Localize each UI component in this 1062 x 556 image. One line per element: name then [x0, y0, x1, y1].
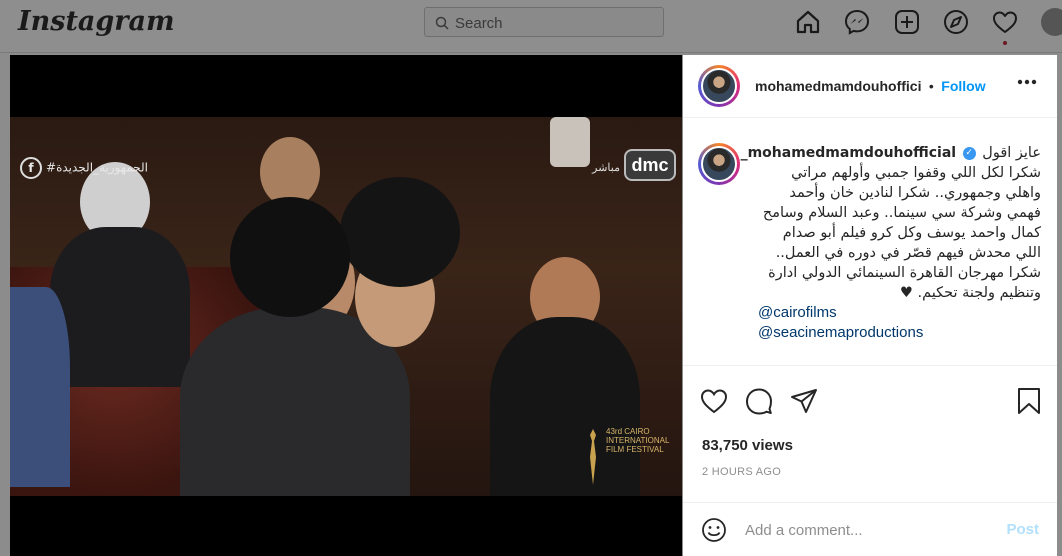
post-details-panel: mohamedmamdouhoffici • Follow عايز اقول … — [683, 55, 1057, 556]
author-username[interactable]: mohamedmamdouhoffici — [755, 78, 921, 94]
activity-heart-icon[interactable] — [991, 8, 1019, 36]
caption-line: شكرا لكل اللي وقفوا جمبي وأولهم مراتي — [791, 165, 1041, 181]
search-icon — [435, 16, 449, 30]
post-timestamp[interactable]: 2 HOURS AGO — [702, 466, 781, 478]
caption-text: عايز اقول ✓ mohamedmamdouhofficial_ شكرا… — [741, 143, 1041, 343]
new-post-icon[interactable] — [893, 8, 921, 36]
person-shape — [340, 177, 460, 287]
search-box[interactable] — [424, 7, 664, 37]
home-icon[interactable] — [794, 8, 822, 36]
views-count[interactable]: 83,750 views — [702, 437, 793, 454]
caption-line: اللي محدش فيهم قصّر في دوره في العمل.. — [775, 245, 1041, 261]
person-shape — [550, 117, 590, 167]
mention-link[interactable]: @cairofilms — [758, 303, 1041, 323]
caption-line: وتنظيم ولجنة تحكيم. ♥ — [899, 285, 1041, 301]
page-edge — [1057, 55, 1062, 556]
top-navigation-bar: Instagram — [0, 0, 1062, 53]
festival-text: 43rd CAIRO INTERNATIONAL FILM FESTIVAL — [606, 427, 670, 454]
mention-link[interactable]: @seacinemaproductions — [758, 323, 1041, 343]
comment-icon[interactable] — [744, 386, 774, 416]
more-options-icon[interactable] — [1017, 79, 1037, 85]
follow-button[interactable]: Follow — [941, 78, 985, 94]
caption-first-line: عايز اقول ✓ mohamedmamdouhofficial_ — [741, 143, 1041, 163]
caption-author-avatar[interactable] — [698, 143, 740, 185]
caption-line: فهمي وشركة سي سينما.. وعبد السلام وسامح — [762, 205, 1041, 221]
caption-username[interactable]: mohamedmamdouhofficial_ — [741, 145, 957, 161]
post-video[interactable]: f #الجمهورية_الجديدة مباشر dmc 43rd CAIRO… — [10, 55, 682, 556]
live-label: مباشر — [592, 162, 620, 174]
video-frame: f #الجمهورية_الجديدة مباشر dmc 43rd CAIRO… — [10, 117, 682, 496]
channel-watermark: f #الجمهورية_الجديدة — [20, 157, 148, 179]
messenger-icon[interactable] — [843, 8, 871, 36]
search-input[interactable] — [455, 12, 655, 34]
caption-line: شكرا مهرجان القاهرة السينمائي الدولي ادا… — [768, 265, 1041, 281]
author-avatar[interactable] — [698, 65, 740, 107]
caption-area: عايز اقول ✓ mohamedmamdouhofficial_ شكرا… — [683, 119, 1057, 366]
person-shape — [10, 287, 70, 487]
post-header: mohamedmamdouhoffici • Follow — [683, 55, 1057, 118]
dmc-logo: dmc — [624, 149, 676, 181]
explore-icon[interactable] — [942, 8, 970, 36]
profile-avatar[interactable] — [1041, 8, 1062, 36]
festival-logo: 43rd CAIRO INTERNATIONAL FILM FESTIVAL — [584, 427, 680, 493]
post-comment-button[interactable]: Post — [1006, 521, 1039, 538]
share-icon[interactable] — [789, 386, 819, 416]
festival-statue-icon — [590, 429, 596, 485]
header-user-row: mohamedmamdouhoffici • Follow — [755, 78, 986, 96]
watermark-text: #الجمهورية_الجديدة — [46, 160, 148, 175]
person-shape — [230, 197, 350, 317]
header-separator: • — [928, 78, 934, 94]
instagram-logo[interactable]: Instagram — [18, 6, 175, 37]
caption-line: عايز اقول — [982, 145, 1041, 161]
caption-line: واهلي وجمهوري.. شكرا لنادين خان وأحمد — [789, 185, 1041, 201]
caption-line: كمال واحمد يوسف وكل كرو فيلم أبو صدام — [782, 225, 1041, 241]
emoji-icon[interactable] — [701, 517, 727, 543]
notification-dot — [1003, 41, 1007, 45]
verified-badge-icon: ✓ — [962, 146, 976, 160]
comment-input[interactable] — [745, 519, 985, 541]
like-heart-icon[interactable] — [699, 386, 729, 416]
post-actions — [683, 386, 1057, 426]
facebook-icon: f — [20, 157, 42, 179]
person-shape — [50, 227, 190, 387]
add-comment-bar: Post — [683, 502, 1057, 556]
save-bookmark-icon[interactable] — [1014, 386, 1044, 416]
